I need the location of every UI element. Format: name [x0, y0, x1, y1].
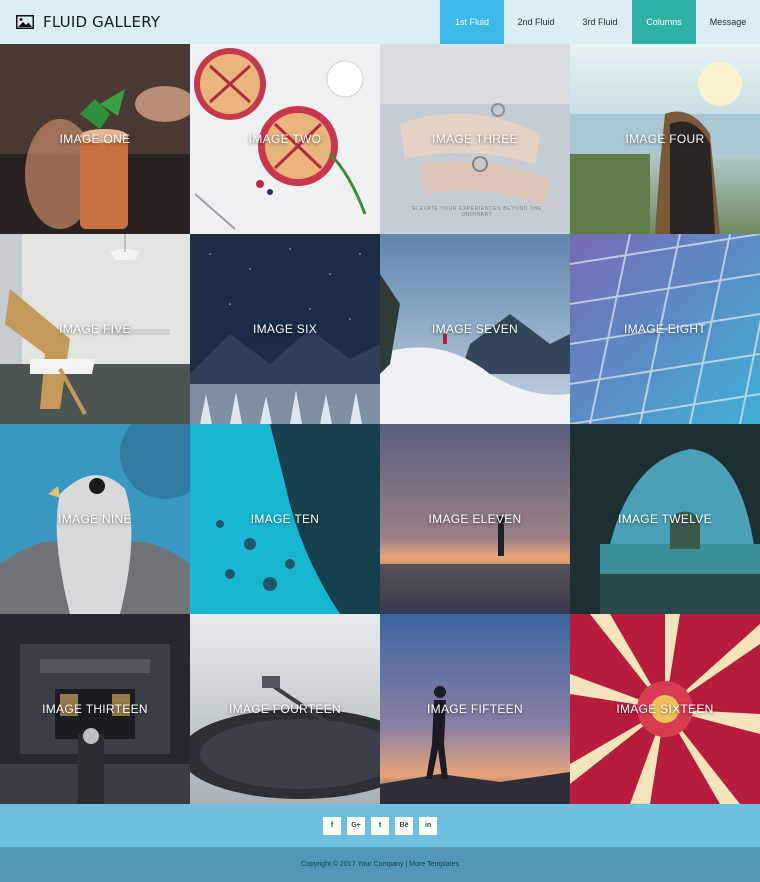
copyright-text: Copyright © 2017 Your Company: [301, 861, 404, 868]
facebook-icon[interactable]: f: [323, 816, 341, 835]
gallery-tile-16[interactable]: IMAGE SIXTEEN: [570, 614, 760, 804]
image-icon: [16, 15, 34, 29]
tile-caption: IMAGE ELEVEN: [428, 512, 522, 526]
gallery-tile-15[interactable]: IMAGE FIFTEEN: [380, 614, 570, 804]
image-gallery: IMAGE ONE IMAGE TWO IMAGE THREE ELEVATE …: [0, 44, 760, 804]
gallery-tile-13[interactable]: IMAGE THIRTEEN: [0, 614, 190, 804]
twitter-icon[interactable]: t: [371, 816, 389, 835]
gallery-tile-4[interactable]: IMAGE FOUR: [570, 44, 760, 234]
tile-caption: IMAGE SEVEN: [432, 322, 518, 336]
gallery-tile-3[interactable]: IMAGE THREE ELEVATE YOUR EXPERIENCES BEY…: [380, 44, 570, 234]
gallery-tile-2[interactable]: IMAGE TWO: [190, 44, 380, 234]
tile-caption: IMAGE THIRTEEN: [42, 702, 148, 716]
gallery-tile-6[interactable]: IMAGE SIX: [190, 234, 380, 424]
gallery-tile-14[interactable]: IMAGE FOURTEEN: [190, 614, 380, 804]
gallery-tile-9[interactable]: IMAGE NINE: [0, 424, 190, 614]
nav-2nd-fluid[interactable]: 2nd Fluid: [504, 0, 568, 44]
tile-caption: IMAGE SIX: [252, 322, 318, 336]
nav-3rd-fluid[interactable]: 3rd Fluid: [568, 0, 632, 44]
tile-caption: IMAGE TEN: [250, 512, 320, 526]
gallery-tile-12[interactable]: IMAGE TWELVE: [570, 424, 760, 614]
gallery-tile-8[interactable]: IMAGE EIGHT: [570, 234, 760, 424]
brand[interactable]: FLUID GALLERY: [16, 13, 160, 31]
linkedin-icon[interactable]: in: [419, 816, 437, 835]
social-bar: f G+ t Bē in: [0, 804, 760, 847]
gallery-tile-5[interactable]: IMAGE FIVE: [0, 234, 190, 424]
gallery-tile-7[interactable]: IMAGE SEVEN: [380, 234, 570, 424]
site-title: FLUID GALLERY: [43, 13, 161, 31]
tile-caption: IMAGE ONE: [59, 132, 131, 146]
main-nav: 1st Fluid 2nd Fluid 3rd Fluid Columns Me…: [440, 0, 760, 44]
nav-columns[interactable]: Columns: [632, 0, 696, 44]
tile-caption: IMAGE FIVE: [59, 322, 131, 336]
header: FLUID GALLERY 1st Fluid 2nd Fluid 3rd Fl…: [0, 0, 760, 44]
tile-caption: IMAGE TWO: [248, 132, 322, 146]
tile-caption: IMAGE EIGHT: [624, 322, 706, 336]
tile-caption: IMAGE SIXTEEN: [616, 702, 714, 716]
more-templates-link[interactable]: More Templates: [409, 861, 459, 868]
google-plus-icon[interactable]: G+: [347, 816, 365, 835]
tile-caption: IMAGE FIFTEEN: [427, 702, 523, 716]
tile-caption: IMAGE FOURTEEN: [229, 702, 341, 716]
tile-caption: IMAGE NINE: [58, 512, 132, 526]
copyright-separator: |: [405, 861, 408, 868]
nav-1st-fluid[interactable]: 1st Fluid: [440, 0, 504, 44]
gallery-tile-11[interactable]: IMAGE ELEVEN: [380, 424, 570, 614]
tile-caption: IMAGE TWELVE: [618, 512, 712, 526]
copyright-bar: Copyright © 2017 Your Company | More Tem…: [0, 847, 760, 882]
behance-icon[interactable]: Bē: [395, 816, 413, 835]
nav-message[interactable]: Message: [696, 0, 760, 44]
gallery-tile-10[interactable]: IMAGE TEN: [190, 424, 380, 614]
tile-caption: IMAGE THREE: [432, 132, 518, 146]
tile-caption: IMAGE FOUR: [625, 132, 705, 146]
fineprint-text: ELEVATE YOUR EXPERIENCES BEYOND THE ORDI…: [412, 206, 542, 218]
gallery-tile-1[interactable]: IMAGE ONE: [0, 44, 190, 234]
